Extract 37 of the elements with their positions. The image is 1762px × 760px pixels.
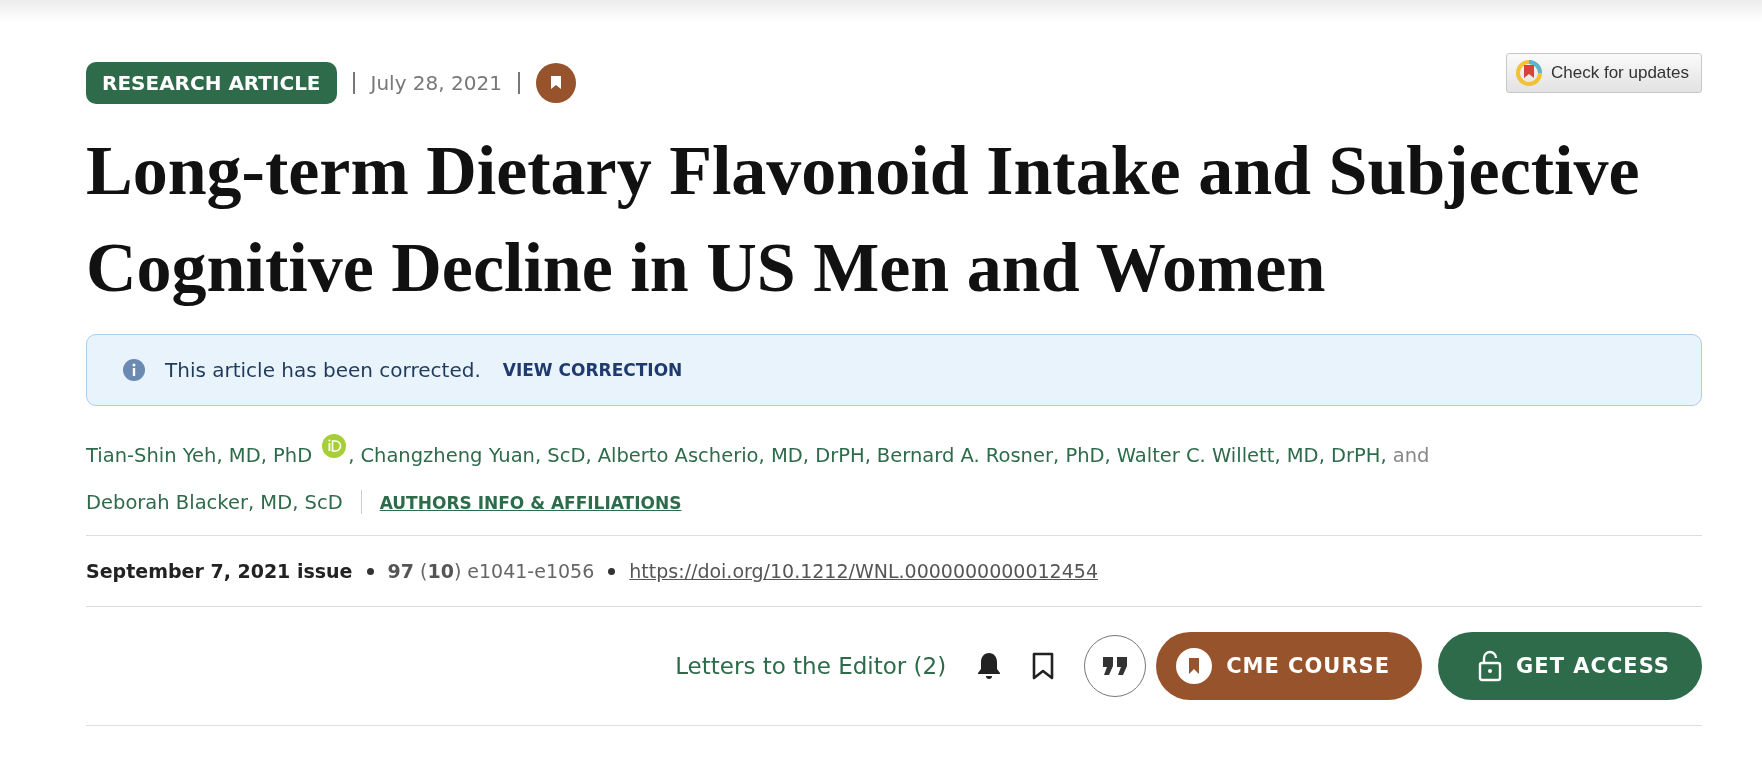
author-link[interactable]: Bernard A. Rosner, PhD <box>876 444 1105 467</box>
author-link[interactable]: Alberto Ascherio, MD, DrPH <box>597 444 865 467</box>
conjunction-text: and <box>1392 444 1430 467</box>
info-icon <box>123 359 145 381</box>
bookmark-icon <box>1176 648 1213 684</box>
comma-separator: , <box>1380 444 1387 467</box>
comma-separator: , <box>585 444 592 467</box>
quote-icon <box>1102 656 1129 676</box>
bell-icon <box>976 651 1003 681</box>
bullet-icon <box>366 567 374 575</box>
bookmark-icon <box>1515 59 1544 87</box>
lock-icon <box>1478 650 1503 682</box>
comma-separator: , <box>348 444 355 467</box>
cme-course-button[interactable]: CME COURSE <box>1156 632 1423 700</box>
check-for-updates-button[interactable]: Check for updates <box>1506 53 1702 93</box>
correction-notice: This article has been corrected. <box>165 358 481 382</box>
alert-button[interactable] <box>976 651 1003 681</box>
letters-to-editor-link[interactable]: Letters to the Editor (2) <box>675 653 947 679</box>
comma-separator: , <box>1104 444 1111 467</box>
volume-pages: 97 (10) e1041-e1056 <box>387 560 595 582</box>
authors-info-link[interactable]: AUTHORS INFO & AFFILIATIONS <box>379 493 682 513</box>
author-link[interactable]: Tian-Shin Yeh, MD, PhD <box>86 444 313 467</box>
view-correction-link[interactable]: VIEW CORRECTION <box>502 360 683 380</box>
bookmark-icon <box>1032 652 1055 680</box>
author-link[interactable]: Changzheng Yuan, ScD <box>360 444 586 467</box>
save-button[interactable] <box>1032 652 1055 680</box>
get-access-button[interactable]: GET ACCESS <box>1438 632 1702 700</box>
author-link[interactable]: Walter C. Willett, MD, DrPH <box>1116 444 1381 467</box>
author-link[interactable]: Deborah Blacker, MD, ScD <box>86 491 343 514</box>
bullet-icon <box>608 567 616 575</box>
article-type-badge: RESEARCH ARTICLE <box>86 62 337 104</box>
doi-link[interactable]: https://doi.org/10.1212/WNL.0000000000012454 <box>629 560 1098 582</box>
comma-separator: , <box>864 444 871 467</box>
bookmark-icon[interactable] <box>535 63 576 103</box>
publication-date: July 28, 2021 <box>370 71 502 95</box>
issue-date: September 7, 2021 issue <box>86 560 353 582</box>
article-title: Long-term Dietary Flavonoid Intake and Subjective Cognitive Decline in US Men and Women <box>86 131 1641 308</box>
